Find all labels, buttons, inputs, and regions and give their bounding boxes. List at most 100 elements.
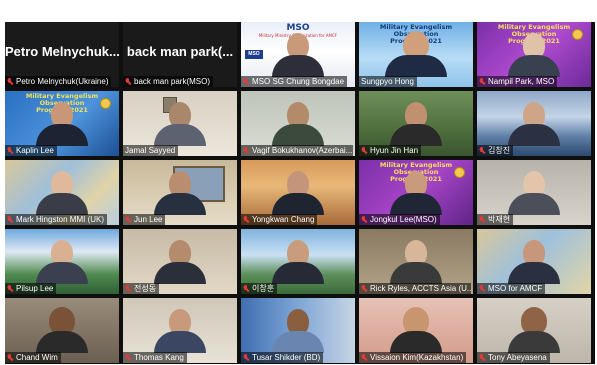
- video-tile[interactable]: Yongkwan Chang: [241, 160, 355, 225]
- participant-video: [508, 102, 560, 146]
- video-tile-active-speaker[interactable]: Military Evangelism ObservationProgram 2…: [359, 22, 473, 87]
- participant-name-label: Jongkul Lee(MSO): [359, 214, 440, 225]
- muted-mic-icon: [479, 284, 485, 293]
- participant-name-label: Yongkwan Chang: [241, 214, 318, 225]
- video-tile[interactable]: Mark Hingston MMI (UK): [5, 160, 119, 225]
- participant-video: [36, 171, 88, 215]
- participant-name-label: Hyun Jin Han: [359, 145, 422, 156]
- participant-video: [272, 240, 324, 284]
- video-grid: Petro Melnychuk... Petro Melnychuk(Ukrai…: [5, 22, 595, 364]
- participant-video: [154, 309, 206, 353]
- video-tile[interactable]: Pilsup Lee: [5, 229, 119, 294]
- participant-display-name: Petro Melnychuk...: [5, 44, 119, 59]
- muted-mic-icon: [125, 353, 131, 362]
- emblem-badge-icon: [572, 29, 583, 40]
- participant-display-name: back man park(...: [126, 44, 234, 59]
- participant-name-label: Nampil Park, MSO: [477, 76, 558, 87]
- video-tile[interactable]: 박재현: [477, 160, 591, 225]
- muted-mic-icon: [7, 353, 13, 362]
- muted-mic-icon: [125, 77, 131, 86]
- video-tile[interactable]: Vagif Bokukhanov(Azerbai...: [241, 91, 355, 156]
- participant-video: [272, 171, 324, 215]
- video-tile[interactable]: back man park(... back man park(MSO): [123, 22, 237, 87]
- participant-name-label: Vissaion Kim(Kazakhstan): [359, 352, 467, 363]
- muted-mic-icon: [479, 215, 485, 224]
- muted-mic-icon: [7, 77, 13, 86]
- video-tile[interactable]: MSO for AMCF: [477, 229, 591, 294]
- participant-name-label: 전성동: [123, 283, 160, 294]
- participant-video: [154, 240, 206, 284]
- muted-mic-icon: [243, 146, 249, 155]
- participant-name-label: Tusar Shikder (BD): [241, 352, 324, 363]
- participant-video: [36, 307, 88, 353]
- participant-video: [508, 307, 560, 353]
- participant-video: [390, 171, 442, 215]
- muted-mic-icon: [243, 284, 249, 293]
- participant-video: [36, 102, 88, 146]
- emblem-badge-icon: [100, 98, 111, 109]
- muted-mic-icon: [243, 77, 249, 86]
- video-tile[interactable]: MSOMilitary Ministry Organization for AM…: [241, 22, 355, 87]
- video-tile[interactable]: Thomas Kang: [123, 298, 237, 363]
- video-tile[interactable]: Chand Wim: [5, 298, 119, 363]
- participant-name-label: Tony Abeyasena: [477, 352, 550, 363]
- participant-name-label: MSO SG Chung Bongdae: [241, 76, 348, 87]
- participant-name-label: Rick Ryles, ACCTS Asia (U...: [359, 283, 471, 294]
- muted-mic-icon: [7, 215, 13, 224]
- video-tile[interactable]: Tony Abeyasena: [477, 298, 591, 363]
- video-tile[interactable]: Vissaion Kim(Kazakhstan): [359, 298, 473, 363]
- emblem-badge-icon: [454, 167, 465, 178]
- video-tile[interactable]: Military Evangelism ObservationProgram 2…: [359, 160, 473, 225]
- muted-mic-icon: [361, 284, 367, 293]
- meeting-screen: { "meeting": { "participants": [ {"id":"…: [0, 0, 597, 365]
- muted-mic-icon: [479, 77, 485, 86]
- participant-video: [154, 171, 206, 215]
- participant-name-label: Thomas Kang: [123, 352, 187, 363]
- participant-name-label: 박재현: [477, 214, 514, 225]
- muted-mic-icon: [479, 146, 485, 155]
- participant-name-label: Sungpyo Hong: [359, 76, 417, 87]
- video-tile[interactable]: Hyun Jin Han: [359, 91, 473, 156]
- participant-video: [385, 31, 447, 77]
- video-tile[interactable]: Petro Melnychuk... Petro Melnychuk(Ukrai…: [5, 22, 119, 87]
- muted-mic-icon: [125, 215, 131, 224]
- muted-mic-icon: [243, 353, 249, 362]
- participant-video: [272, 309, 324, 353]
- participant-video: [390, 307, 442, 353]
- video-tile[interactable]: 전성동: [123, 229, 237, 294]
- participant-name-label: Chand Wim: [5, 352, 61, 363]
- video-tile[interactable]: Tusar Shikder (BD): [241, 298, 355, 363]
- video-tile[interactable]: Military Evangelism ObservationProgram 2…: [5, 91, 119, 156]
- video-tile[interactable]: Military Evangelism ObservationProgram 2…: [477, 22, 591, 87]
- video-tile[interactable]: 김창진: [477, 91, 591, 156]
- participant-name-label: Jamal Sayyed: [123, 145, 179, 156]
- video-tile[interactable]: Jun Lee: [123, 160, 237, 225]
- video-tile[interactable]: Rick Ryles, ACCTS Asia (U...: [359, 229, 473, 294]
- muted-mic-icon: [361, 215, 367, 224]
- participant-name-label: Kaplin Lee: [5, 145, 57, 156]
- muted-mic-icon: [361, 146, 367, 155]
- participant-name-label: Mark Hingston MMI (UK): [5, 214, 108, 225]
- participant-name-label: Jun Lee: [123, 214, 166, 225]
- participant-name-label: 이창훈: [241, 283, 278, 294]
- participant-video: [390, 102, 442, 146]
- participant-video: [272, 33, 324, 77]
- participant-video: [390, 240, 442, 284]
- muted-mic-icon: [243, 215, 249, 224]
- participant-name-label: back man park(MSO): [123, 76, 214, 87]
- video-tile[interactable]: Jamal Sayyed: [123, 91, 237, 156]
- muted-mic-icon: [7, 284, 13, 293]
- video-tile[interactable]: 이창훈: [241, 229, 355, 294]
- participant-video: [508, 240, 560, 284]
- muted-mic-icon: [125, 284, 131, 293]
- participant-name-label: Petro Melnychuk(Ukraine): [5, 76, 112, 87]
- participant-video: [508, 171, 560, 215]
- muted-mic-icon: [479, 353, 485, 362]
- muted-mic-icon: [7, 146, 13, 155]
- participant-video: [508, 33, 560, 77]
- participant-video: [272, 102, 324, 146]
- mso-logo-icon: MSO: [245, 50, 263, 59]
- participant-name-label: Pilsup Lee: [5, 283, 57, 294]
- muted-mic-icon: [361, 353, 367, 362]
- participant-name-label: 김창진: [477, 145, 514, 156]
